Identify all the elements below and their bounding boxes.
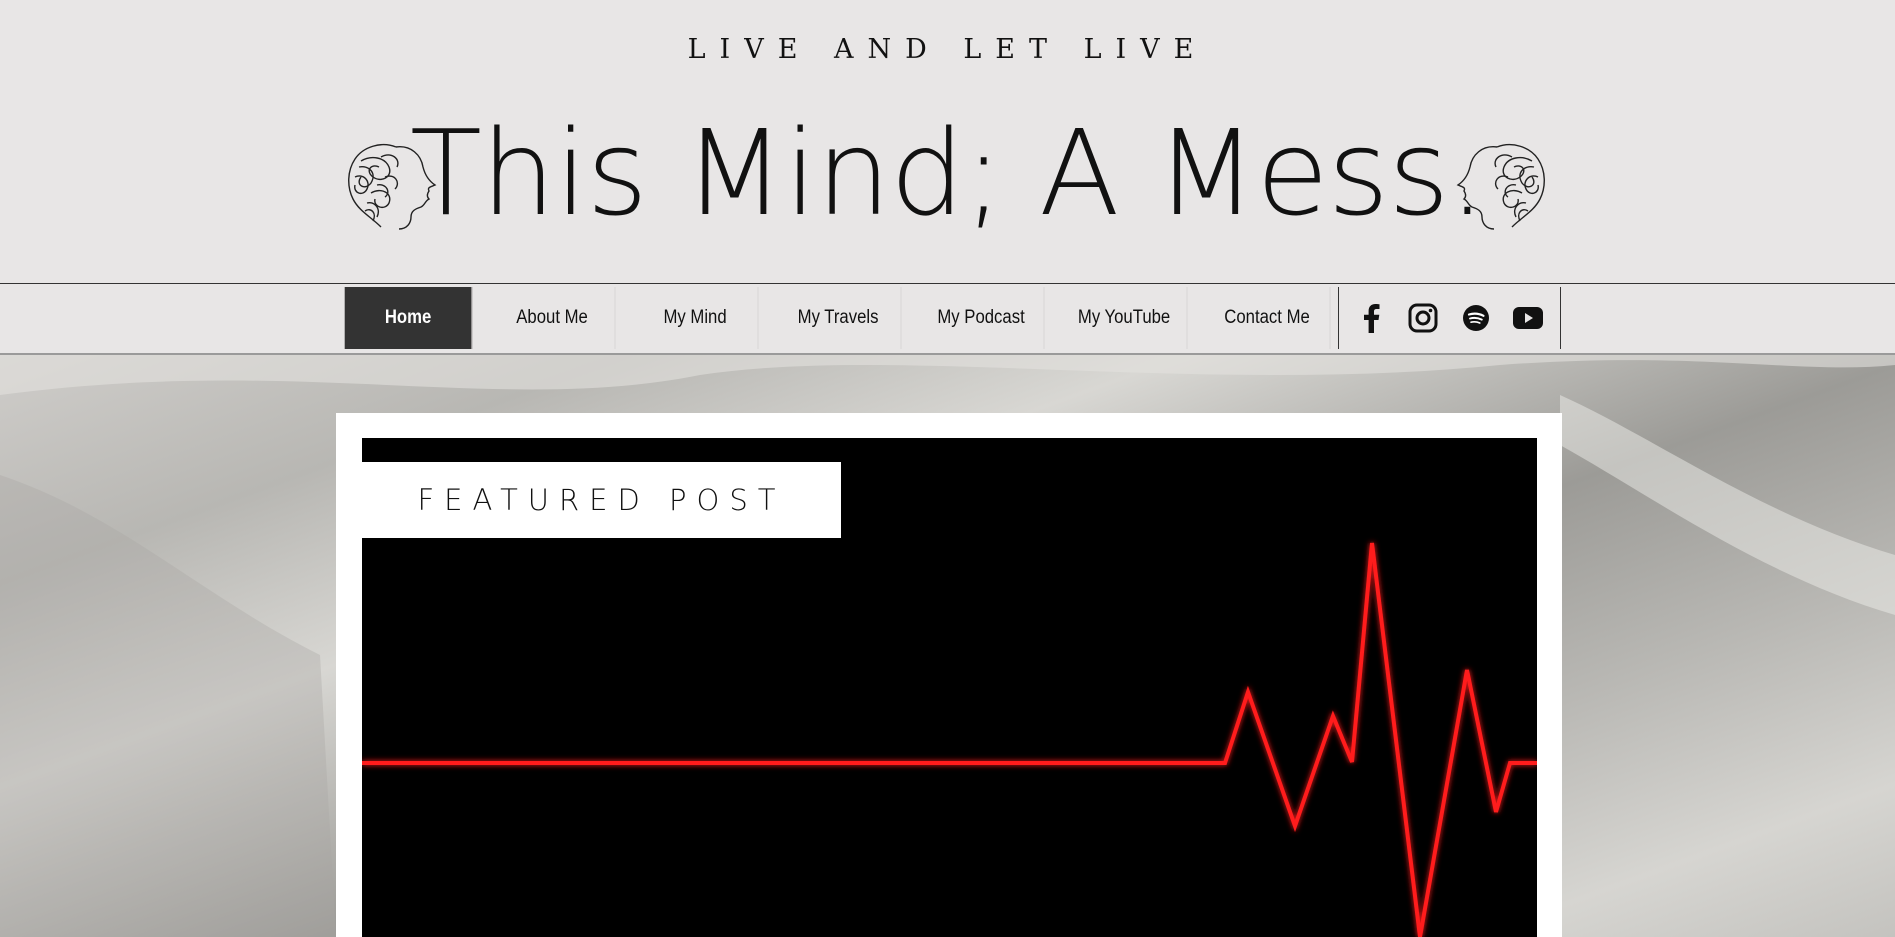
nav-item-contact-me[interactable]: Contact Me	[1205, 287, 1331, 349]
tagline: LIVE AND LET LIVE	[687, 34, 1208, 65]
spotify-icon[interactable]	[1456, 298, 1496, 338]
nav-item-my-mind[interactable]: My Mind	[633, 287, 759, 349]
facebook-icon[interactable]	[1351, 298, 1391, 338]
nav-item-my-youtube[interactable]: My YouTube	[1062, 287, 1188, 349]
nav-item-my-travels[interactable]: My Travels	[776, 287, 902, 349]
nav-menu: Home About Me My Mind My Travels My Podc…	[336, 287, 1339, 349]
featured-post-label: FEATURED POST	[362, 462, 841, 538]
main-navigation: Home About Me My Mind My Travels My Podc…	[0, 283, 1895, 355]
nav-item-my-podcast[interactable]: My Podcast	[919, 287, 1045, 349]
nav-item-about-me[interactable]: About Me	[490, 287, 616, 349]
line-art-face-icon	[1456, 143, 1545, 230]
instagram-icon[interactable]	[1403, 298, 1443, 338]
nav-item-home[interactable]: Home	[344, 287, 473, 349]
site-header: LIVE AND LET LIVE This Mind; A Mess.	[0, 0, 1895, 283]
social-bar	[1338, 287, 1561, 349]
youtube-icon[interactable]	[1508, 298, 1548, 338]
site-title[interactable]: This Mind; A Mess.	[400, 108, 1495, 238]
